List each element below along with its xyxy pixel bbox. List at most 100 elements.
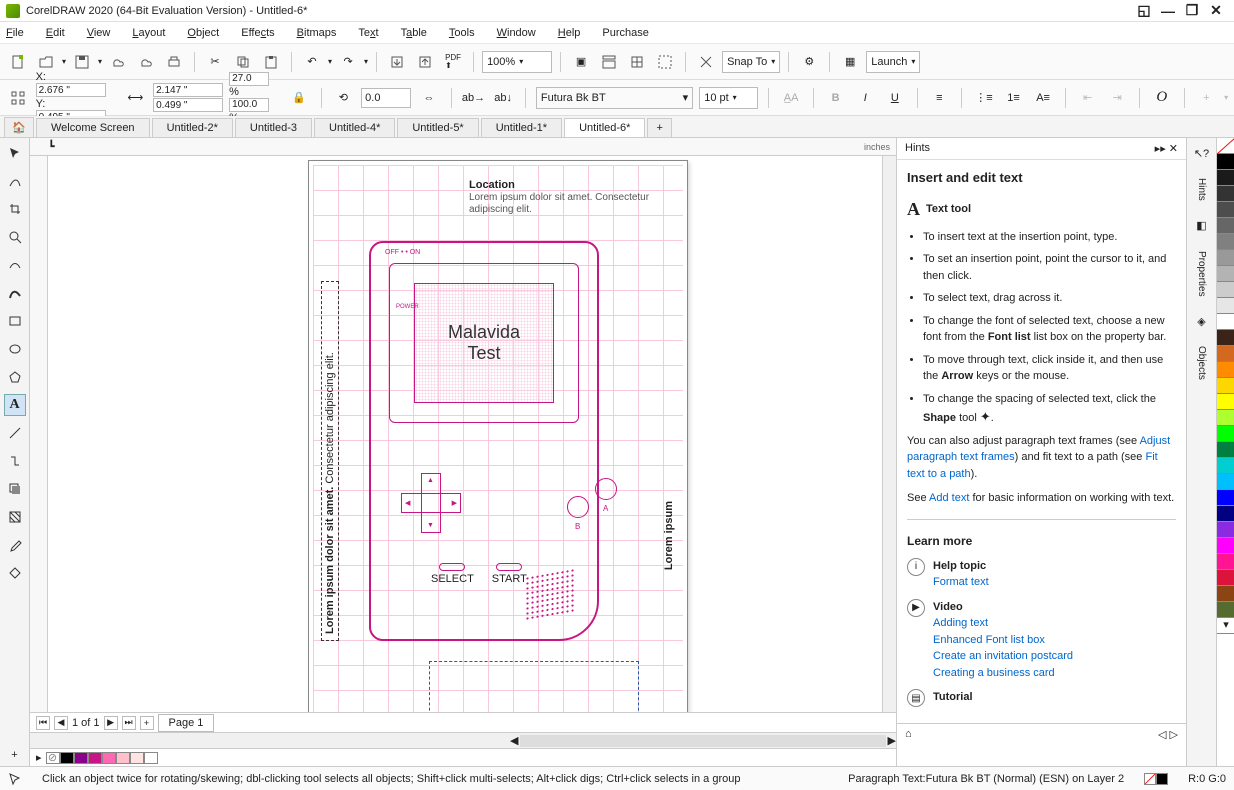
save-caret[interactable]: ▾ <box>98 57 102 66</box>
tab-untitled-4[interactable]: Untitled-4* <box>314 118 395 137</box>
dropcap-icon[interactable]: A≡ <box>1031 86 1055 110</box>
account-icon[interactable]: ◱ <box>1132 2 1156 19</box>
link-video-4[interactable]: Creating a business card <box>933 667 1055 679</box>
hints-back-icon[interactable]: ◁ <box>1158 729 1166 741</box>
zoom-dropdown[interactable]: 100%▾ <box>482 51 552 73</box>
hints-menu-icon[interactable]: ▸▸ <box>1155 143 1166 155</box>
menu-purchase[interactable]: Purchase <box>602 27 648 39</box>
pdf-icon[interactable]: PDF⬆ <box>441 50 465 74</box>
color-swatch[interactable] <box>1217 346 1234 362</box>
menu-text[interactable]: Text <box>358 27 378 39</box>
snap-icon[interactable] <box>694 50 718 74</box>
pos-x-input[interactable] <box>36 83 106 97</box>
pick-tool-icon[interactable] <box>4 142 26 164</box>
color-swatch[interactable] <box>1217 570 1234 586</box>
color-swatch[interactable] <box>1217 378 1234 394</box>
indent-dec-icon[interactable]: ⇤ <box>1076 86 1100 110</box>
hints-close-icon[interactable]: ✕ <box>1169 143 1178 155</box>
color-swatch[interactable] <box>1217 554 1234 570</box>
snap-dropdown[interactable]: Snap To▾ <box>722 51 780 73</box>
paste-icon[interactable] <box>259 50 283 74</box>
color-swatch[interactable] <box>1217 490 1234 506</box>
undo-caret[interactable]: ▾ <box>328 57 332 66</box>
maximize-button[interactable]: ❐ <box>1180 2 1204 19</box>
print-icon[interactable] <box>162 50 186 74</box>
minimize-button[interactable]: — <box>1156 3 1180 19</box>
selection-box[interactable] <box>429 661 639 712</box>
dropshadow-tool-icon[interactable] <box>4 478 26 500</box>
scale-y-input[interactable] <box>229 98 269 112</box>
ellipse-tool-icon[interactable] <box>4 338 26 360</box>
menu-object[interactable]: Object <box>187 27 219 39</box>
ruler-vertical[interactable] <box>30 156 48 712</box>
opentype-icon[interactable]: O <box>1150 86 1174 110</box>
menu-edit[interactable]: Edit <box>46 27 65 39</box>
shape-tool-icon[interactable] <box>4 170 26 192</box>
gameboy-shape[interactable]: OFF • • ON POWER Malavida Test ▲ ▼ <box>369 241 599 641</box>
tab-untitled-2[interactable]: Untitled-2* <box>152 118 233 137</box>
docker-hints[interactable]: Hints <box>1194 172 1209 207</box>
undo-icon[interactable]: ↶ <box>300 50 324 74</box>
menu-window[interactable]: Window <box>497 27 536 39</box>
menu-effects[interactable]: Effects <box>241 27 274 39</box>
page-add-icon[interactable]: + <box>140 716 154 730</box>
menu-tools[interactable]: Tools <box>449 27 475 39</box>
redo-caret[interactable]: ▾ <box>364 57 368 66</box>
color-swatch[interactable] <box>1217 538 1234 554</box>
tab-untitled-6[interactable]: Untitled-6* <box>564 118 645 137</box>
ruler-horizontal[interactable]: ┗ inches <box>30 138 896 156</box>
hints-fwd-icon[interactable]: ▷ <box>1170 729 1178 741</box>
export-icon[interactable] <box>413 50 437 74</box>
color-swatch[interactable] <box>1217 202 1234 218</box>
color-swatch[interactable] <box>1217 314 1234 330</box>
objects-icon[interactable]: ◈ <box>1191 310 1213 332</box>
import-icon[interactable] <box>385 50 409 74</box>
menu-view[interactable]: View <box>87 27 111 39</box>
open-icon[interactable] <box>34 50 58 74</box>
new-tab-button[interactable]: + <box>647 118 671 137</box>
menu-help[interactable]: Help <box>558 27 581 39</box>
color-swatch[interactable] <box>1217 154 1234 170</box>
docker-objects[interactable]: Objects <box>1194 340 1209 386</box>
color-swatch[interactable] <box>1217 234 1234 250</box>
link-video-2[interactable]: Enhanced Font list box <box>933 634 1045 646</box>
swatch[interactable] <box>130 752 144 764</box>
swatch[interactable] <box>74 752 88 764</box>
nocolor-icon[interactable] <box>1217 138 1234 154</box>
menu-table[interactable]: Table <box>401 27 427 39</box>
numbering-icon[interactable]: 1≡ <box>1002 86 1026 110</box>
nocolor-swatch[interactable]: ⊘ <box>46 752 60 764</box>
font-dropdown[interactable]: Futura Bk BT▾ <box>536 87 693 109</box>
align-icon[interactable]: ≡ <box>928 86 952 110</box>
color-swatch[interactable] <box>1217 218 1234 234</box>
scale-x-input[interactable] <box>229 72 269 86</box>
side-text-right[interactable]: Lorem ipsum <box>663 501 675 570</box>
color-swatch[interactable] <box>1217 170 1234 186</box>
color-swatch[interactable] <box>1217 458 1234 474</box>
close-button[interactable]: ✕ <box>1204 2 1228 19</box>
color-swatch[interactable] <box>1217 522 1234 538</box>
scrollbar-v[interactable] <box>882 156 896 712</box>
color-swatch[interactable] <box>1217 362 1234 378</box>
lock-ratio-icon[interactable]: 🔒 <box>287 86 311 110</box>
color-swatch[interactable] <box>1217 298 1234 314</box>
italic-icon[interactable]: I <box>853 86 877 110</box>
link-video-1[interactable]: Adding text <box>933 617 988 629</box>
tab-untitled-3[interactable]: Untitled-3 <box>235 118 312 137</box>
color-swatch[interactable] <box>1217 426 1234 442</box>
color-swatch[interactable] <box>1217 394 1234 410</box>
add-icon[interactable]: + <box>1195 86 1219 110</box>
font-size-dropdown[interactable]: 10 pt▾ <box>699 87 758 109</box>
canvas[interactable]: Location Lorem ipsum dolor sit amet. Con… <box>48 156 882 712</box>
eyedropper-tool-icon[interactable] <box>4 534 26 556</box>
open-caret[interactable]: ▾ <box>62 57 66 66</box>
fill-indicator-icon[interactable] <box>1144 773 1168 785</box>
cloud-down-icon[interactable] <box>134 50 158 74</box>
link-add-text[interactable]: Add text <box>929 492 969 504</box>
swatch[interactable] <box>60 752 74 764</box>
tab-untitled-5[interactable]: Untitled-5* <box>397 118 478 137</box>
height-input[interactable] <box>153 98 223 112</box>
transparency-tool-icon[interactable] <box>4 506 26 528</box>
color-swatch[interactable] <box>1217 266 1234 282</box>
scrollbar-h[interactable]: ◀ ▶ <box>30 732 896 748</box>
